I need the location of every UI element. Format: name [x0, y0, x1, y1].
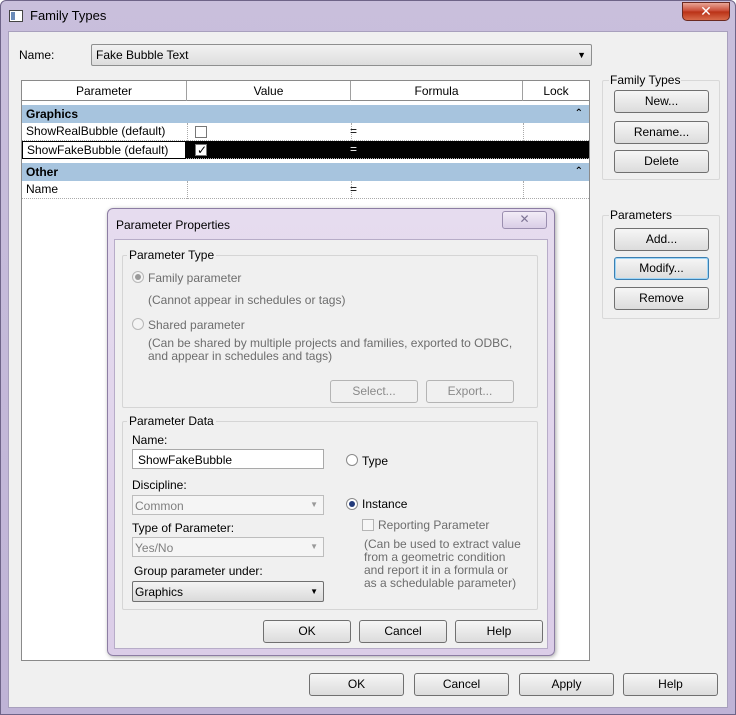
type-label: Type	[362, 454, 389, 468]
table-row-selected[interactable]: ShowFakeBubble (default) ✓ =	[22, 141, 589, 159]
parameter-data-title: Parameter Data	[127, 414, 216, 428]
family-types-window: Family Types ✕ Name: Fake Bubble Text ▼ …	[0, 0, 736, 715]
dialog-cancel-button[interactable]: Cancel	[359, 620, 447, 643]
group-under-value: Graphics	[135, 585, 184, 599]
reporting-parameter-checkbox[interactable]	[362, 519, 374, 531]
dialog-ok-button[interactable]: OK	[263, 620, 351, 643]
remove-parameter-button[interactable]: Remove	[614, 287, 709, 310]
type-of-parameter-value: Yes/No	[135, 541, 174, 555]
type-of-parameter-select[interactable]: Yes/No ▼	[132, 537, 324, 557]
table-row[interactable]: ShowRealBubble (default) =	[22, 123, 589, 141]
check-icon: ✓	[197, 143, 208, 157]
app-icon	[9, 10, 23, 22]
dialog-help-button[interactable]: Help	[455, 620, 543, 643]
shared-parameter-radio[interactable]	[132, 318, 144, 330]
value-checkbox[interactable]: ✓	[195, 143, 208, 157]
family-types-group-title: Family Types	[609, 73, 682, 87]
select-button[interactable]: Select...	[330, 380, 418, 403]
help-button[interactable]: Help	[623, 673, 718, 696]
family-parameter-radio[interactable]	[132, 271, 144, 283]
cancel-button[interactable]: Cancel	[414, 673, 509, 696]
type-of-parameter-label: Type of Parameter:	[132, 521, 235, 535]
column-header-formula[interactable]: Formula	[351, 81, 523, 101]
param-name: Name	[26, 182, 59, 196]
modify-parameter-button[interactable]: Modify...	[614, 257, 709, 280]
column-header-parameter[interactable]: Parameter	[22, 81, 187, 101]
apply-button[interactable]: Apply	[519, 673, 614, 696]
family-type-name-combo[interactable]: Fake Bubble Text ▼	[91, 44, 592, 66]
group-label: Other	[26, 165, 59, 179]
reporting-parameter-label: Reporting Parameter	[378, 518, 490, 532]
window-title: Family Types	[30, 8, 107, 23]
family-parameter-label: Family parameter	[148, 271, 242, 285]
collapse-icon[interactable]: ⌃	[575, 163, 583, 181]
instance-radio[interactable]	[346, 498, 358, 510]
param-name-label: Name:	[132, 433, 168, 447]
close-icon: ✕	[700, 3, 712, 19]
param-name: ShowFakeBubble (default)	[22, 141, 186, 159]
parameter-type-group: Parameter Type Family parameter (Cannot …	[122, 248, 538, 408]
parameters-group-title: Parameters	[609, 208, 674, 222]
group-row-other[interactable]: Other ⌃	[22, 163, 589, 181]
param-name-input[interactable]: ShowFakeBubble	[132, 449, 324, 469]
name-label: Name:	[19, 48, 55, 62]
chevron-down-icon: ▼	[310, 587, 318, 596]
parameter-properties-dialog: Parameter Properties ✕ Parameter Type Fa…	[107, 208, 555, 656]
param-name: ShowRealBubble (default)	[26, 124, 166, 138]
group-row-graphics[interactable]: Graphics ⌃	[22, 105, 589, 123]
new-type-button[interactable]: New...	[614, 90, 709, 113]
close-icon: ✕	[519, 212, 530, 226]
ok-button[interactable]: OK	[309, 673, 404, 696]
column-header-value[interactable]: Value	[187, 81, 351, 101]
export-button[interactable]: Export...	[426, 380, 514, 403]
parameters-group: Parameters Add... Modify... Remove	[602, 208, 720, 319]
formula-cell[interactable]: =	[350, 141, 357, 158]
group-under-select[interactable]: Graphics ▼	[132, 581, 324, 602]
dialog-title: Parameter Properties	[116, 218, 231, 232]
window-close-button[interactable]: ✕	[682, 2, 730, 21]
family-parameter-note: (Cannot appear in schedules or tags)	[148, 293, 346, 307]
chevron-down-icon: ▼	[577, 50, 586, 60]
dialog-client: Parameter Type Family parameter (Cannot …	[114, 239, 548, 649]
chevron-down-icon: ▼	[310, 542, 318, 551]
group-under-label: Group parameter under:	[134, 564, 263, 578]
instance-label: Instance	[362, 497, 408, 511]
chevron-down-icon: ▼	[310, 500, 318, 509]
value-checkbox[interactable]	[195, 126, 207, 138]
title-bar[interactable]: Family Types ✕	[1, 1, 735, 31]
shared-parameter-note: (Can be shared by multiple projects and …	[148, 336, 513, 363]
parameter-data-group: Parameter Data Name: ShowFakeBubble Type…	[122, 414, 538, 610]
formula-cell[interactable]: =	[350, 123, 357, 140]
table-row[interactable]: Name =	[22, 181, 589, 199]
delete-type-button[interactable]: Delete	[614, 150, 709, 173]
formula-cell[interactable]: =	[350, 181, 357, 198]
dialog-close-button[interactable]: ✕	[502, 211, 547, 229]
discipline-select[interactable]: Common ▼	[132, 495, 324, 515]
discipline-value: Common	[135, 499, 184, 513]
reporting-parameter-note: (Can be used to extract value from a geo…	[364, 537, 521, 590]
add-parameter-button[interactable]: Add...	[614, 228, 709, 251]
column-header-lock[interactable]: Lock	[523, 81, 589, 101]
parameter-type-title: Parameter Type	[127, 248, 217, 262]
collapse-icon[interactable]: ⌃	[575, 105, 583, 123]
shared-parameter-label: Shared parameter	[148, 318, 245, 332]
rename-type-button[interactable]: Rename...	[614, 121, 709, 144]
family-type-name-value: Fake Bubble Text	[96, 48, 189, 62]
grid-header: Parameter Value Formula Lock	[22, 81, 589, 101]
family-types-group: Family Types New... Rename... Delete	[602, 73, 720, 180]
group-label: Graphics	[26, 107, 79, 121]
type-radio[interactable]	[346, 454, 358, 466]
discipline-label: Discipline:	[132, 478, 187, 492]
